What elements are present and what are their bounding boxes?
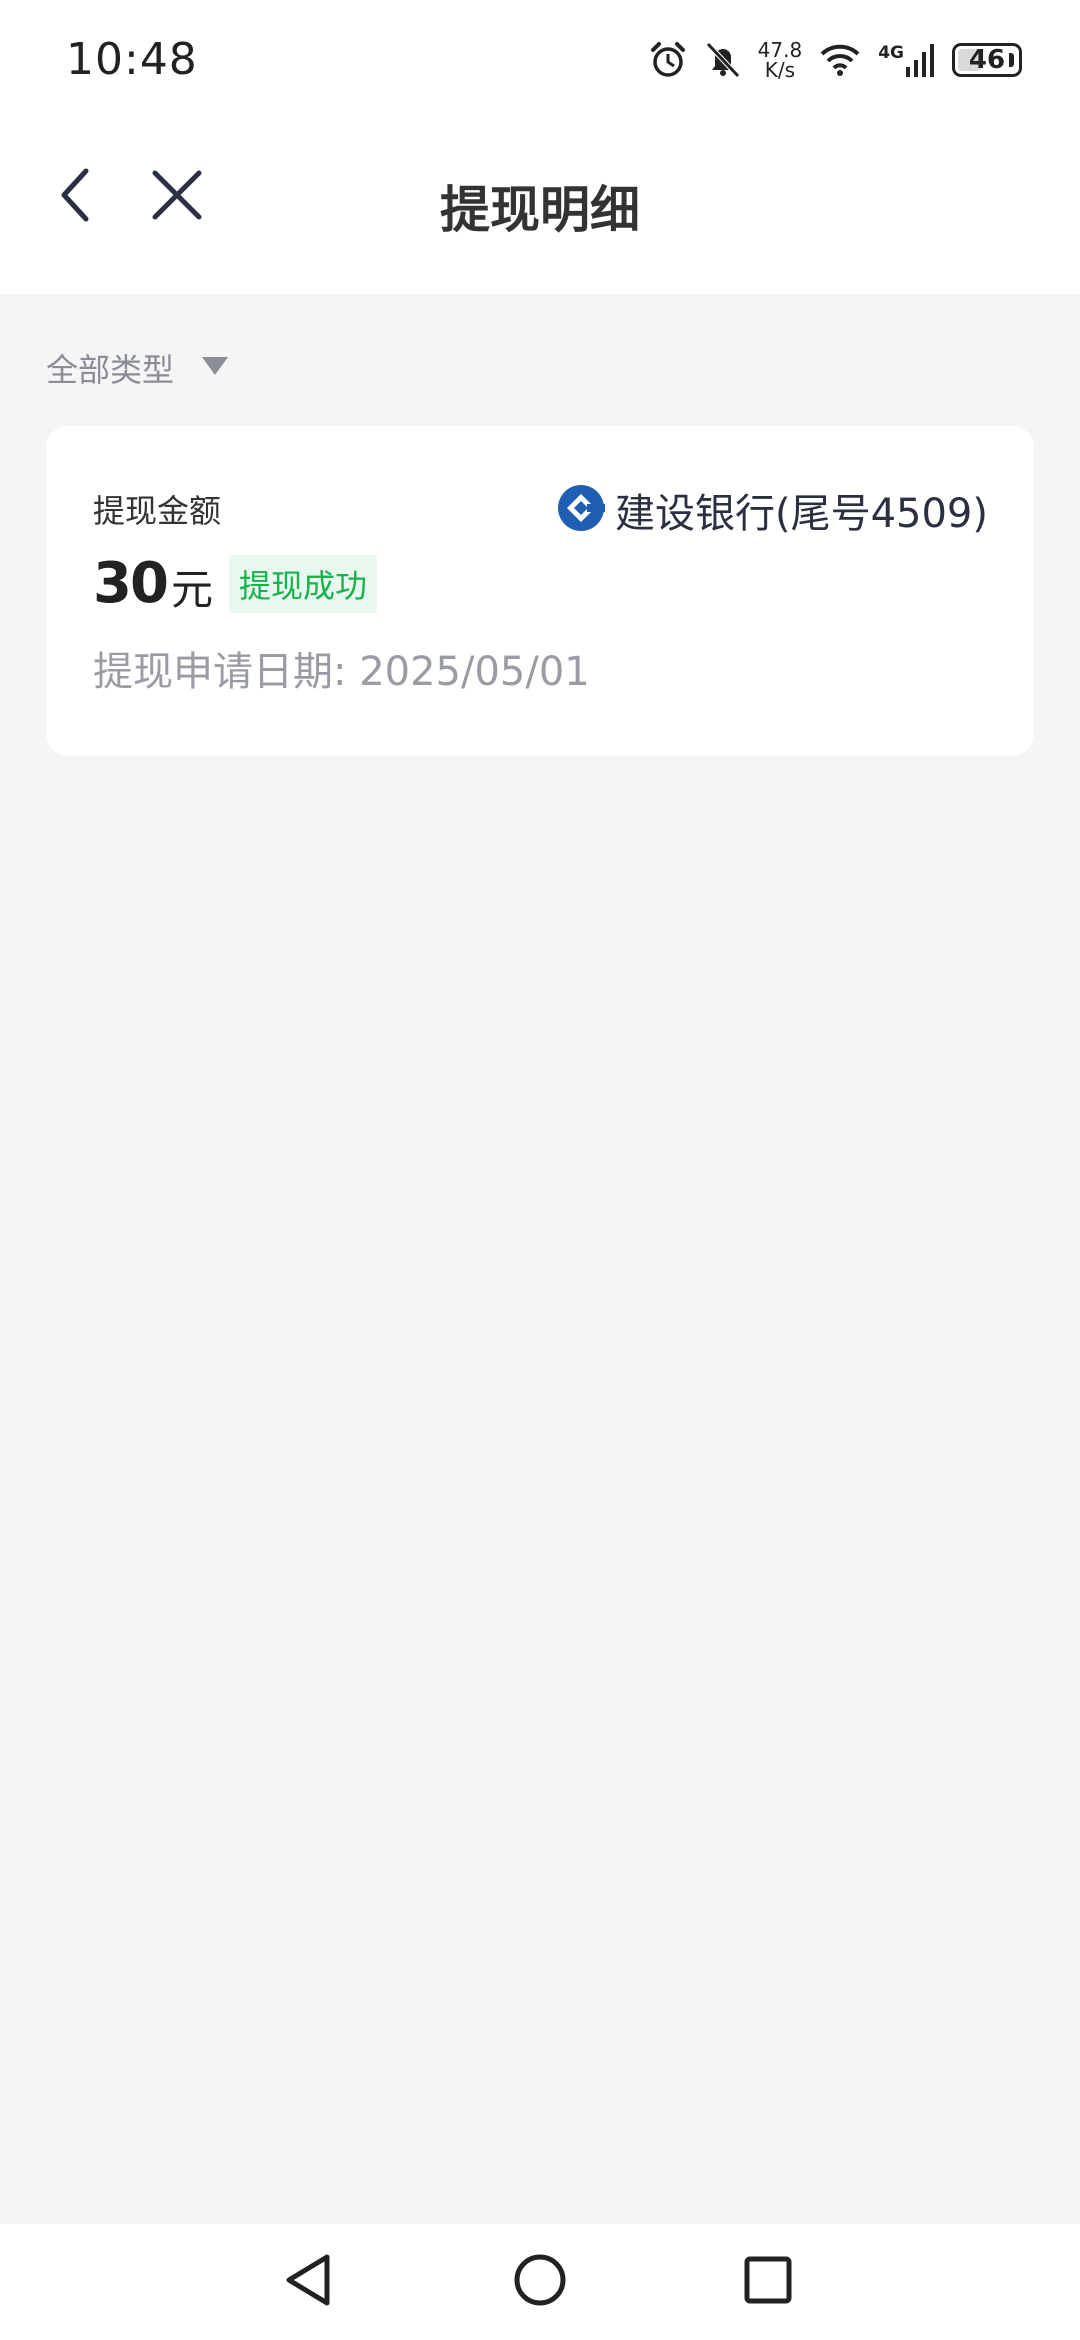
withdrawal-record-card[interactable]: 提现金额 建设银行(尾号4509) 30 元 提现成功 提现申请日期: 2025… (46, 426, 1034, 756)
network-speed: 47.8 K/s (758, 40, 803, 80)
amount-unit: 元 (170, 565, 213, 614)
caret-down-icon (202, 357, 229, 379)
status-time: 10:48 (66, 34, 198, 85)
nav-home-button[interactable] (502, 2244, 578, 2320)
bank-name: 建设银行(尾号4509) (614, 491, 988, 537)
apply-date-label: 提现申请日期 (93, 649, 333, 695)
amount-label: 提现金额 (93, 492, 222, 530)
alarm-icon (648, 40, 688, 80)
apply-date-separator: : (333, 649, 347, 695)
apply-date: 提现申请日期: 2025/05/01 (93, 639, 590, 697)
status-badge: 提现成功 (228, 554, 377, 613)
circle-home-icon (513, 2253, 567, 2311)
amount-value: 30 (93, 551, 169, 616)
type-filter-label: 全部类型 (46, 351, 175, 389)
battery-icon: 46 (952, 43, 1022, 77)
apply-date-value: 2025/05/01 (359, 649, 590, 695)
page-title: 提现明细 (440, 181, 640, 239)
nav-back-button[interactable] (270, 2244, 346, 2320)
nav-recent-apps-button[interactable] (730, 2244, 806, 2320)
triangle-back-icon (283, 2253, 333, 2311)
status-bar: 10:48 47.8 K/s 4G 46 (0, 0, 1080, 120)
network-speed-unit: K/s (764, 58, 796, 82)
mute-bell-icon (704, 40, 742, 80)
wifi-icon (818, 42, 862, 78)
cellular-signal-icon: 4G (878, 43, 936, 77)
network-type: 4G (878, 43, 904, 63)
amount-row: 30 元 提现成功 (93, 550, 377, 617)
square-recent-icon (743, 2255, 793, 2309)
type-filter-dropdown[interactable]: 全部类型 (46, 345, 229, 391)
bank-info: 建设银行(尾号4509) (557, 481, 988, 539)
header: 提现明细 (0, 120, 1080, 294)
battery-level: 46 (968, 45, 1006, 75)
status-icons: 47.8 K/s 4G 46 (648, 36, 1022, 84)
system-navigation-bar (0, 2224, 1080, 2340)
battery-indicator: 46 (952, 43, 1022, 77)
network-speed-value: 47.8 (757, 38, 803, 62)
ccb-logo-icon (557, 484, 605, 536)
